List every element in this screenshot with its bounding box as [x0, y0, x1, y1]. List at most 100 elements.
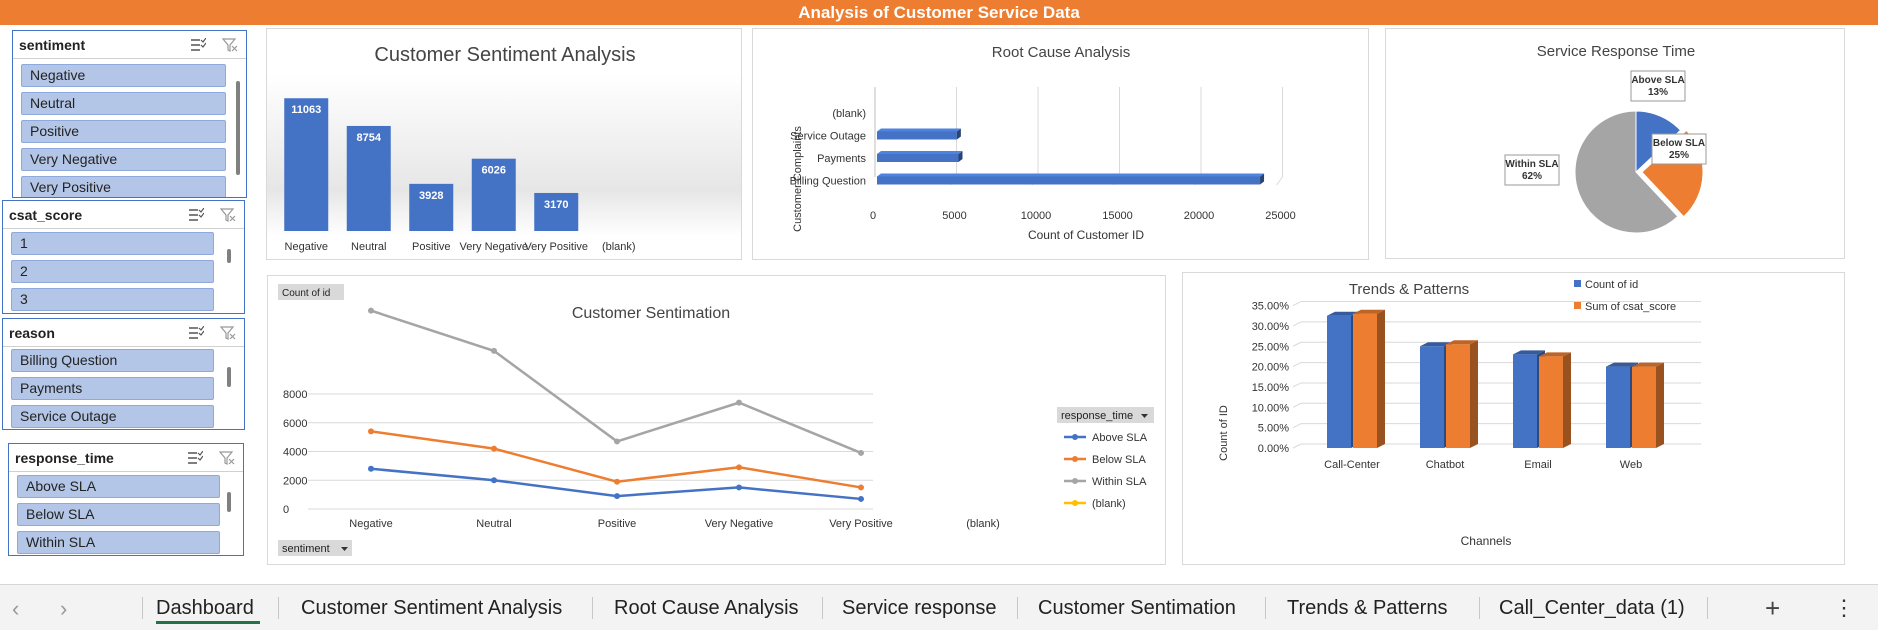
slicer-scrollbar[interactable]	[227, 249, 231, 263]
x-tick-label: 5000	[942, 210, 966, 222]
y-tick-label: (blank)	[832, 108, 866, 120]
tab-customer-sentimation[interactable]: Customer Sentimation	[1038, 585, 1236, 631]
response-time-chart-card[interactable]: Service Response Time Above SLA 13% Below …	[1385, 28, 1845, 259]
y-tick-label: Service Outage	[790, 131, 866, 143]
root-cause-chart-card[interactable]: Root Cause Analysis Customer Complaints …	[752, 28, 1369, 260]
slicer-item[interactable]: 3	[11, 288, 214, 311]
y-tick-label: 0	[283, 504, 289, 516]
x-tick-label: 10000	[1021, 210, 1052, 222]
bar	[1446, 344, 1470, 448]
multi-select-icon[interactable]	[190, 37, 206, 52]
slicer-item[interactable]: Very Positive	[21, 176, 226, 197]
data-point	[736, 484, 742, 491]
x-tick-label: Neutral	[351, 241, 386, 253]
clear-filter-icon[interactable]	[220, 207, 236, 222]
sentimation-chart-card[interactable]: Count of id Customer Sentimation sentime…	[267, 275, 1166, 565]
slicer-item[interactable]: 2	[11, 260, 214, 283]
clear-filter-icon[interactable]	[220, 325, 236, 340]
gridline	[1276, 176, 1283, 186]
slicer-csat-score[interactable]: csat_score 1 2 3	[2, 200, 245, 314]
trends-chart-card[interactable]: Trends & Patterns Count of ID Channels 3…	[1182, 272, 1845, 565]
slicer-title: csat_score	[9, 206, 83, 223]
legend-label: Within SLA	[1092, 476, 1147, 488]
y-axis-label: Count of ID	[1218, 405, 1230, 461]
y-tick-label: 8000	[283, 389, 307, 401]
x-tick-label: Positive	[598, 518, 637, 530]
slicer-sentiment[interactable]: sentiment Negative Neutral Positive Very…	[12, 30, 247, 198]
slicer-title: sentiment	[19, 36, 86, 53]
value-field-button-label: Count of id	[282, 288, 330, 299]
multi-select-icon[interactable]	[188, 207, 204, 222]
legend-swatch	[1574, 302, 1581, 309]
slicer-scrollbar[interactable]	[236, 81, 240, 175]
data-point	[368, 428, 374, 435]
slicer-item[interactable]: 1	[11, 232, 214, 255]
data-label: 11063	[291, 104, 321, 116]
bar	[877, 176, 1261, 185]
bar	[877, 131, 957, 140]
bar	[1513, 354, 1537, 448]
legend-marker	[1072, 434, 1078, 440]
data-point	[491, 347, 497, 354]
tab-call-center-data[interactable]: Call_Center_data (1)	[1499, 585, 1685, 631]
slicer-item[interactable]: Very Negative	[21, 148, 226, 171]
data-point	[491, 445, 497, 452]
slicer-item[interactable]: Billing Question	[11, 349, 214, 372]
response-time-pie-chart: Service Response Time Above SLA13% Below …	[1504, 43, 1707, 234]
gridline	[1292, 423, 1302, 429]
slicer-item[interactable]: Below SLA	[17, 503, 220, 526]
legend-label: Below SLA	[1092, 454, 1146, 466]
data-label: 13%	[1648, 87, 1668, 98]
sentiment-chart-card[interactable]: Customer Sentiment Analysis 11063 Negativ…	[266, 28, 742, 260]
legend-field-button-label: response_time	[1061, 410, 1133, 422]
data-point	[736, 464, 742, 471]
tab-trends-patterns[interactable]: Trends & Patterns	[1287, 585, 1447, 631]
slicer-item[interactable]: Neutral	[21, 92, 226, 115]
legend-label: Above SLA	[1092, 432, 1148, 444]
x-tick-label: Very Negative	[705, 518, 773, 530]
multi-select-icon[interactable]	[188, 325, 204, 340]
slicer-item[interactable]: Negative	[21, 64, 226, 87]
legend-label: Sum of csat_score	[1585, 301, 1676, 313]
x-axis-label: Count of Customer ID	[1028, 228, 1144, 242]
sentiment-bar-chart: Customer Sentiment Analysis 11063 Negativ…	[284, 44, 636, 253]
slicer-item[interactable]: Payments	[11, 377, 214, 400]
next-sheet-icon[interactable]: ›	[60, 596, 67, 622]
data-label: 3928	[419, 190, 443, 202]
add-sheet-button[interactable]: +	[1765, 585, 1780, 631]
multi-select-icon[interactable]	[187, 450, 203, 465]
gridline	[1292, 341, 1302, 347]
slicer-scrollbar[interactable]	[227, 492, 231, 512]
slicer-item[interactable]: Within SLA	[17, 531, 220, 554]
tab-service-response[interactable]: Service response	[842, 585, 997, 631]
tab-customer-sentiment-analysis[interactable]: Customer Sentiment Analysis	[301, 585, 562, 631]
slicer-response-time[interactable]: response_time Above SLA Below SLA Within…	[8, 443, 244, 556]
slicer-title: response_time	[15, 449, 114, 466]
gridline	[1292, 301, 1302, 306]
clear-filter-icon[interactable]	[222, 37, 238, 52]
slicer-item[interactable]: Service Outage	[11, 405, 214, 428]
data-point	[614, 493, 620, 500]
bar	[877, 154, 959, 162]
tab-root-cause-analysis[interactable]: Root Cause Analysis	[614, 585, 799, 631]
x-tick-label: Chatbot	[1426, 459, 1465, 471]
more-options-icon[interactable]: ⋮	[1833, 585, 1855, 631]
slicer-item[interactable]: Above SLA	[17, 475, 220, 498]
legend-marker	[1072, 500, 1078, 506]
slicer-scrollbar[interactable]	[227, 367, 231, 387]
x-tick-label: (blank)	[602, 241, 636, 253]
data-label: Within SLA	[1505, 159, 1558, 170]
legend-label: Count of id	[1585, 279, 1638, 291]
clear-filter-icon[interactable]	[219, 450, 235, 465]
data-point	[858, 484, 864, 491]
data-point	[858, 449, 864, 456]
y-tick-label: Billing Question	[790, 176, 866, 188]
axis-field-button-label: sentiment	[282, 543, 330, 555]
x-tick-label: 25000	[1265, 210, 1296, 222]
previous-sheet-icon[interactable]: ‹	[12, 596, 19, 622]
tab-dashboard[interactable]: Dashboard	[156, 585, 254, 631]
slicer-item[interactable]: Positive	[21, 120, 226, 143]
sentimation-line-chart: Count of id Customer Sentimation sentime…	[278, 284, 1154, 556]
slicer-reason[interactable]: reason Billing Question Payments Service…	[2, 318, 245, 430]
data-point	[491, 477, 497, 484]
